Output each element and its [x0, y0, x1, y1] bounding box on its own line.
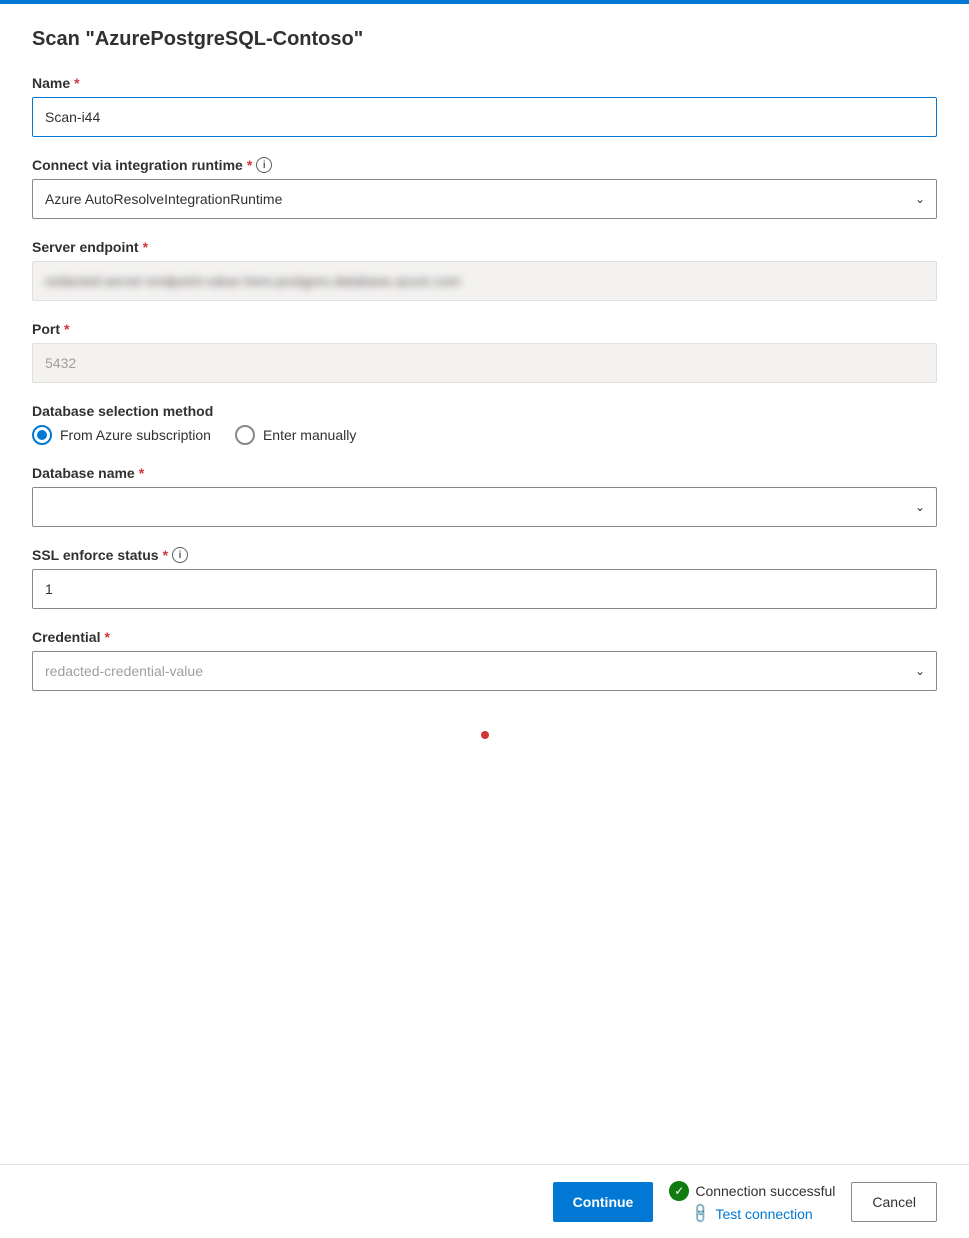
connect-runtime-label: Connect via integration runtime * i	[32, 157, 937, 173]
port-label: Port *	[32, 321, 937, 337]
server-endpoint-field-group: Server endpoint * redacted-server-endpoi…	[32, 239, 937, 301]
server-endpoint-required-star: *	[143, 239, 148, 255]
test-connection-label: Test connection	[715, 1206, 812, 1222]
name-label: Name *	[32, 75, 937, 91]
server-endpoint-value: redacted-server-endpoint-value-here.post…	[45, 273, 924, 289]
connect-runtime-select[interactable]: Azure AutoResolveIntegrationRuntime	[32, 179, 937, 219]
page-title: Scan "AzurePostgreSQL-Contoso"	[32, 28, 937, 51]
server-endpoint-input: redacted-server-endpoint-value-here.post…	[32, 261, 937, 301]
port-required-star: *	[64, 321, 69, 337]
credential-select-wrapper: redacted-credential-value ⌄	[32, 651, 937, 691]
db-name-required-star: *	[139, 465, 144, 481]
dot-indicator	[481, 731, 489, 739]
radio-from-azure-outer[interactable]	[32, 425, 52, 445]
radio-from-azure-label: From Azure subscription	[60, 427, 211, 443]
connection-success-indicator: ✓ Connection successful	[669, 1181, 835, 1201]
port-field-group: Port * 5432	[32, 321, 937, 383]
port-input: 5432	[32, 343, 937, 383]
name-required-star: *	[74, 75, 79, 91]
radio-enter-manually-label: Enter manually	[263, 427, 356, 443]
db-selection-field-group: Database selection method From Azure sub…	[32, 403, 937, 445]
server-endpoint-label: Server endpoint *	[32, 239, 937, 255]
connect-runtime-info-icon: i	[256, 157, 272, 173]
credential-field-group: Credential * redacted-credential-value ⌄	[32, 629, 937, 691]
radio-from-azure[interactable]: From Azure subscription	[32, 425, 211, 445]
dot-indicator-area	[32, 711, 937, 759]
db-selection-label: Database selection method	[32, 403, 937, 419]
port-value: 5432	[45, 355, 924, 371]
name-input[interactable]	[32, 97, 937, 137]
ssl-required-star: *	[163, 547, 168, 563]
credential-required-star: *	[104, 629, 109, 645]
continue-button[interactable]: Continue	[553, 1182, 654, 1222]
ssl-input[interactable]	[32, 569, 937, 609]
db-name-select[interactable]	[32, 487, 937, 527]
radio-enter-manually-outer[interactable]	[235, 425, 255, 445]
test-connection-button[interactable]: 🔗 Test connection	[692, 1205, 813, 1222]
name-field-group: Name *	[32, 75, 937, 137]
connect-runtime-select-wrapper: Azure AutoResolveIntegrationRuntime ⌄	[32, 179, 937, 219]
success-check-icon: ✓	[669, 1181, 689, 1201]
credential-label: Credential *	[32, 629, 937, 645]
radio-enter-manually[interactable]: Enter manually	[235, 425, 356, 445]
credential-select[interactable]: redacted-credential-value	[32, 651, 937, 691]
connect-runtime-required-star: *	[247, 157, 252, 173]
ssl-info-icon: i	[172, 547, 188, 563]
db-name-select-wrapper: ⌄	[32, 487, 937, 527]
db-name-field-group: Database name * ⌄	[32, 465, 937, 527]
footer-center: ✓ Connection successful 🔗 Test connectio…	[669, 1181, 835, 1222]
connect-runtime-field-group: Connect via integration runtime * i Azur…	[32, 157, 937, 219]
footer: Continue ✓ Connection successful 🔗 Test …	[0, 1164, 969, 1238]
main-content: Scan "AzurePostgreSQL-Contoso" Name * Co…	[0, 4, 969, 1164]
radio-from-azure-inner	[37, 430, 47, 440]
ssl-label: SSL enforce status * i	[32, 547, 937, 563]
ssl-field-group: SSL enforce status * i	[32, 547, 937, 609]
connection-success-text: Connection successful	[695, 1183, 835, 1199]
db-selection-radio-group: From Azure subscription Enter manually	[32, 425, 937, 445]
cancel-button[interactable]: Cancel	[851, 1182, 937, 1222]
test-connection-icon: 🔗	[689, 1201, 713, 1225]
db-name-label: Database name *	[32, 465, 937, 481]
